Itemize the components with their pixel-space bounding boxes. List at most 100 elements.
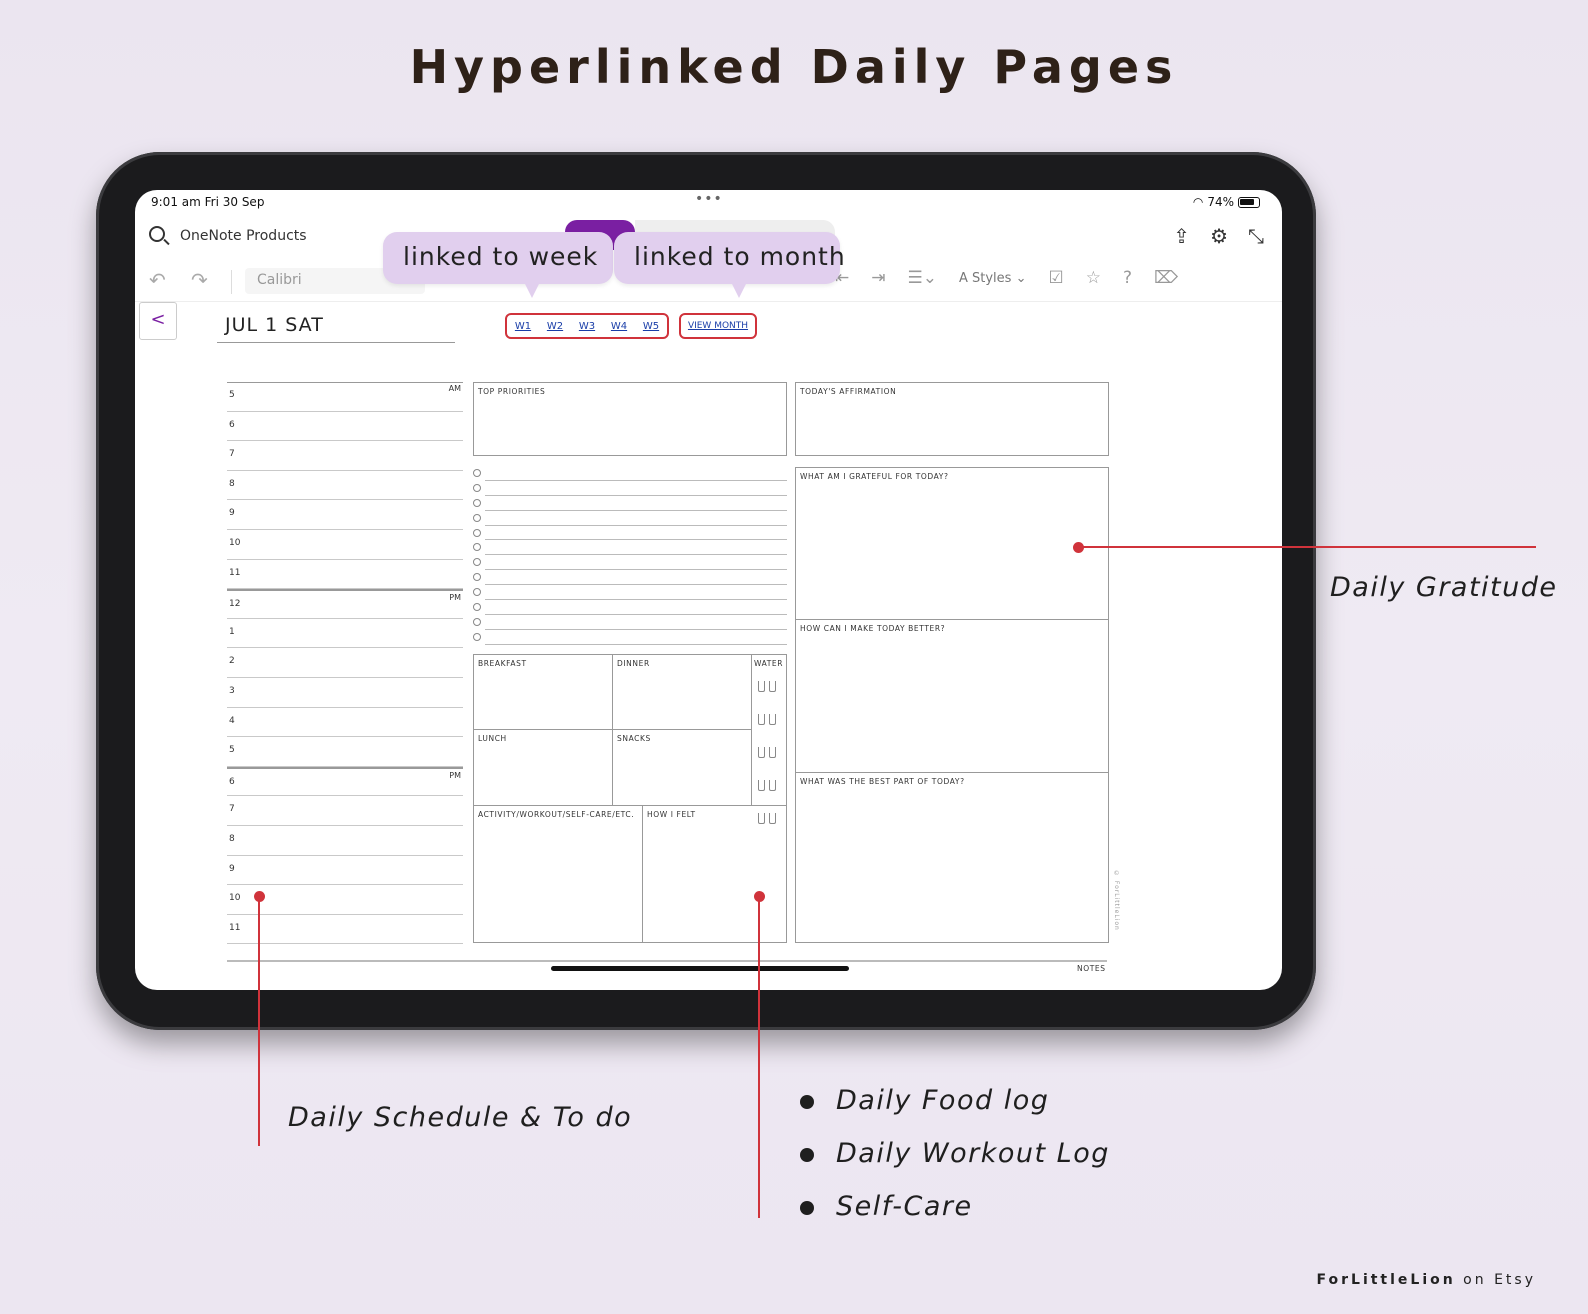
activity-box[interactable]: ACTIVITY/WORKOUT/SELF-CARE/ETC. <box>473 805 643 943</box>
lunch-box[interactable]: LUNCH <box>473 729 613 806</box>
schedule-row[interactable]: 9 <box>227 856 463 886</box>
affirmation-label: TODAY'S AFFIRMATION <box>800 387 897 396</box>
water-cup-icon[interactable] <box>769 747 776 758</box>
schedule-hour: 5 <box>229 390 235 400</box>
todo-checkbox-icon[interactable] <box>473 469 481 477</box>
help-icon[interactable]: ? <box>1123 268 1132 288</box>
dinner-box[interactable]: DINNER <box>612 654 752 730</box>
schedule-row[interactable]: 3 <box>227 678 463 708</box>
callout-linked-week: linked to week <box>383 232 613 298</box>
schedule-row[interactable]: 5 AM <box>227 382 463 412</box>
multitask-dots-icon[interactable]: ••• <box>695 191 723 207</box>
star-icon[interactable]: ☆ <box>1086 268 1101 288</box>
collapse-icon[interactable]: ⤡ <box>1248 224 1264 248</box>
schedule-row[interactable]: 11 <box>227 915 463 945</box>
schedule-row[interactable]: 9 <box>227 500 463 530</box>
schedule-row[interactable]: 8 <box>227 471 463 501</box>
page-headline: Hyperlinked Daily Pages <box>409 40 1179 94</box>
schedule-row[interactable]: 1 <box>227 619 463 649</box>
best-part-box[interactable]: WHAT WAS THE BEST PART OF TODAY? <box>795 772 1109 943</box>
schedule-row[interactable]: 7 <box>227 796 463 826</box>
schedule-hour: 8 <box>229 833 235 844</box>
styles-button[interactable]: A Styles ⌄ <box>959 271 1027 286</box>
schedule-row[interactable]: 4 <box>227 708 463 738</box>
todo-item[interactable] <box>473 600 787 615</box>
top-priorities-label: TOP PRIORITIES <box>478 387 546 396</box>
todo-item[interactable] <box>473 540 787 556</box>
schedule-hour: 5 <box>229 745 235 756</box>
water-cup-icon[interactable] <box>758 714 765 725</box>
todo-checkbox-icon[interactable] <box>473 603 481 612</box>
back-button[interactable]: < <box>139 302 177 340</box>
todo-checkbox-icon[interactable] <box>473 617 481 626</box>
todo-checkbox-icon[interactable] <box>473 513 481 522</box>
schedule-row[interactable]: 12 PM <box>227 589 463 619</box>
home-indicator[interactable] <box>551 966 849 971</box>
breakfast-box[interactable]: BREAKFAST <box>473 654 613 730</box>
tag-icon[interactable]: ⌦ <box>1154 268 1178 288</box>
indent-icon[interactable]: ⇥ <box>871 268 885 288</box>
snacks-box[interactable]: SNACKS <box>612 729 752 806</box>
schedule-hour: 11 <box>229 567 241 578</box>
gear-icon[interactable]: ⚙ <box>1210 224 1228 248</box>
todo-item[interactable] <box>473 466 787 481</box>
schedule-row[interactable]: 6 PM <box>227 766 463 797</box>
week-link-5[interactable]: W5 <box>643 321 659 332</box>
align-icon[interactable]: ☰⌄ <box>908 268 937 288</box>
search-icon[interactable] <box>149 226 165 242</box>
todo-checkbox-icon[interactable] <box>473 632 481 641</box>
todo-item[interactable] <box>473 511 787 526</box>
schedule-ampm: AM <box>448 384 461 393</box>
redo-icon[interactable]: ↷ <box>191 268 208 292</box>
week-link-2[interactable]: W2 <box>547 321 563 332</box>
todo-item[interactable] <box>473 630 787 645</box>
todo-checkbox-icon[interactable] <box>473 483 481 492</box>
water-cup-icon[interactable] <box>758 681 765 692</box>
todo-checkbox-icon[interactable] <box>473 573 481 582</box>
notebook-title[interactable]: OneNote Products <box>180 228 307 244</box>
todo-checkbox-icon[interactable] <box>473 528 481 537</box>
todo-item[interactable] <box>473 615 787 630</box>
todo-checkbox-icon[interactable] <box>473 498 481 507</box>
styles-label: Styles <box>972 270 1012 286</box>
todo-item[interactable] <box>473 585 787 601</box>
todo-item[interactable] <box>473 570 787 586</box>
how-i-felt-box[interactable]: HOW I FELT <box>642 805 787 943</box>
grateful-box[interactable]: WHAT AM I GRATEFUL FOR TODAY? <box>795 467 1109 620</box>
week-link-1[interactable]: W1 <box>515 321 531 332</box>
schedule-row[interactable]: 11 <box>227 560 463 590</box>
water-cup-icon[interactable] <box>769 714 776 725</box>
todo-checkbox-icon[interactable] <box>473 558 481 567</box>
page-date: JUL 1 SAT <box>225 314 324 336</box>
schedule-row[interactable]: 2 <box>227 648 463 678</box>
share-icon[interactable]: ⇪ <box>1173 224 1190 248</box>
top-priorities-box[interactable]: TOP PRIORITIES <box>473 382 787 456</box>
schedule-row[interactable]: 7 <box>227 441 463 471</box>
undo-icon[interactable]: ↶ <box>149 268 166 292</box>
view-month-link[interactable]: VIEW MONTH <box>679 313 757 339</box>
schedule-row[interactable]: 5 <box>227 737 463 767</box>
week-link-3[interactable]: W3 <box>579 321 595 332</box>
schedule-hour: 4 <box>229 715 235 726</box>
water-cup-icon[interactable] <box>758 780 765 791</box>
status-right: ◠ 74% <box>1193 195 1260 209</box>
better-box[interactable]: HOW CAN I MAKE TODAY BETTER? <box>795 619 1109 773</box>
affirmation-box[interactable]: TODAY'S AFFIRMATION <box>795 382 1109 456</box>
todo-item[interactable] <box>473 526 787 541</box>
water-cup-icon[interactable] <box>769 780 776 791</box>
todo-checkbox-icon[interactable] <box>473 588 481 597</box>
todo-checkbox-icon[interactable] <box>473 543 481 552</box>
todo-item[interactable] <box>473 496 787 511</box>
checkbox-icon[interactable]: ☑ <box>1048 268 1063 288</box>
week-link-4[interactable]: W4 <box>611 321 627 332</box>
schedule-row[interactable]: 6 <box>227 412 463 442</box>
todo-item[interactable] <box>473 481 787 496</box>
water-cup-icon[interactable] <box>758 747 765 758</box>
todo-item[interactable] <box>473 555 787 571</box>
water-cup-icon[interactable] <box>769 681 776 692</box>
schedule-row[interactable]: 8 <box>227 826 463 856</box>
schedule-row[interactable]: 10 <box>227 530 463 560</box>
week-links-group: W1 W2 W3 W4 W5 <box>505 313 669 339</box>
bullet-self-care: Self-Care <box>800 1191 1110 1244</box>
food-leader-line <box>758 896 760 1218</box>
